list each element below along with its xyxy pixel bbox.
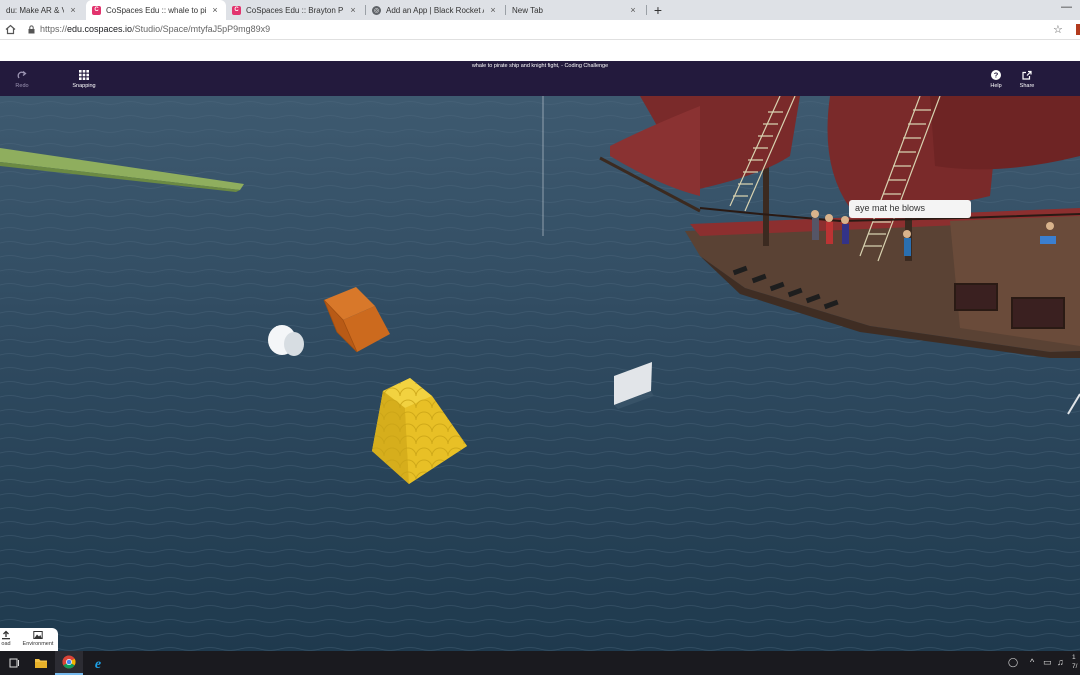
redo-icon <box>17 70 27 78</box>
page-header-gap <box>0 40 1080 61</box>
url-path: /Studio/Space/mtyfaJ5pP9mg89x9 <box>132 24 271 34</box>
tab-title: CoSpaces Edu :: Brayton P and N <box>246 5 344 15</box>
scene-viewport[interactable]: aye mat he blows <box>0 96 1080 651</box>
redo-button[interactable]: Redo <box>10 61 34 96</box>
globe-icon: ◎ <box>372 5 381 15</box>
upload-icon <box>2 630 10 640</box>
share-button[interactable]: Share <box>1015 61 1039 96</box>
redo-label: Redo <box>15 82 29 89</box>
cospaces-icon: C <box>92 5 101 15</box>
tab-add-an-app[interactable]: ◎ Add an App | Black Rocket Arcad × <box>366 0 504 20</box>
snapping-label: Snapping <box>72 82 96 89</box>
clock[interactable]: 1 7/ <box>1072 653 1077 671</box>
close-icon[interactable]: × <box>348 5 358 15</box>
close-icon[interactable]: × <box>628 5 638 15</box>
address-bar: https://edu.cospaces.io/Studio/Space/mty… <box>0 20 1080 40</box>
tab-cospaces-brayton[interactable]: C CoSpaces Edu :: Brayton P and N × <box>226 0 364 20</box>
network-icon[interactable]: ▭ <box>1043 657 1052 668</box>
ocean-scene[interactable] <box>0 96 1080 651</box>
tab-title: New Tab <box>512 5 543 15</box>
cospaces-toolbar: whale to pirate ship and knight fight, -… <box>0 61 1080 96</box>
close-icon[interactable]: × <box>488 5 498 15</box>
tab-new-tab[interactable]: New Tab × <box>506 0 644 20</box>
environment-button[interactable]: Environment <box>20 630 56 647</box>
bookmark-star-icon[interactable]: ☆ <box>1053 23 1063 36</box>
grid-icon <box>79 69 89 80</box>
close-icon[interactable]: × <box>68 5 78 15</box>
svg-text:e: e <box>95 657 101 670</box>
upload-button[interactable]: oad <box>0 630 14 647</box>
snapping-button[interactable]: Snapping <box>68 61 100 96</box>
clock-date: 7/ <box>1072 663 1078 670</box>
minimize-icon[interactable]: — <box>1061 1 1072 13</box>
environment-icon <box>33 631 43 639</box>
tab-cospaces-whale-to-pirate[interactable]: C CoSpaces Edu :: whale to pirate s × <box>86 0 226 20</box>
url-scheme: https:// <box>40 24 68 34</box>
people-icon[interactable]: ◯ <box>1008 657 1018 668</box>
speech-bubble[interactable]: aye mat he blows <box>849 200 971 218</box>
close-icon[interactable]: × <box>210 5 220 15</box>
browser-tab-strip: du: Make AR & VR in × C CoSpaces Edu :: … <box>0 0 1080 20</box>
chrome-icon[interactable] <box>55 651 83 675</box>
url-field[interactable]: https://edu.cospaces.io/Studio/Space/mty… <box>40 24 270 34</box>
tab-cospaces-make-ar-vr[interactable]: du: Make AR & VR in × <box>0 0 84 20</box>
share-label: Share <box>1019 82 1035 89</box>
space-title[interactable]: whale to pirate ship and knight fight, -… <box>0 63 1080 69</box>
clock-time: 1 <box>1072 654 1076 661</box>
cospaces-icon: C <box>232 5 241 15</box>
new-tab-button[interactable]: + <box>650 2 666 18</box>
share-icon <box>1022 70 1032 80</box>
tab-title: du: Make AR & VR in <box>6 5 64 15</box>
help-button[interactable]: ? Help <box>984 61 1008 96</box>
windows-taskbar: e ◯ ^ ▭ ♫ 1 7/ <box>0 651 1080 675</box>
upload-label: oad <box>1 641 11 647</box>
volume-icon[interactable]: ♫ <box>1057 657 1064 667</box>
tab-title: CoSpaces Edu :: whale to pirate s <box>106 5 206 15</box>
internet-explorer-icon[interactable]: e <box>84 651 112 675</box>
help-label: Help <box>990 82 1002 89</box>
bottom-left-panel: oad Environment <box>0 628 58 651</box>
lock-icon[interactable] <box>28 25 35 34</box>
file-explorer-icon[interactable] <box>27 651 55 675</box>
extension-icon[interactable] <box>1076 24 1080 35</box>
tray-chevron-icon[interactable]: ^ <box>1030 657 1034 667</box>
environment-label: Environment <box>22 641 54 647</box>
home-icon[interactable] <box>4 23 17 36</box>
help-icon: ? <box>991 69 1001 80</box>
url-host: edu.cospaces.io <box>67 24 133 34</box>
tab-title: Add an App | Black Rocket Arcad <box>386 5 484 15</box>
task-view-icon[interactable] <box>0 651 28 675</box>
svg-text:?: ? <box>994 70 999 79</box>
